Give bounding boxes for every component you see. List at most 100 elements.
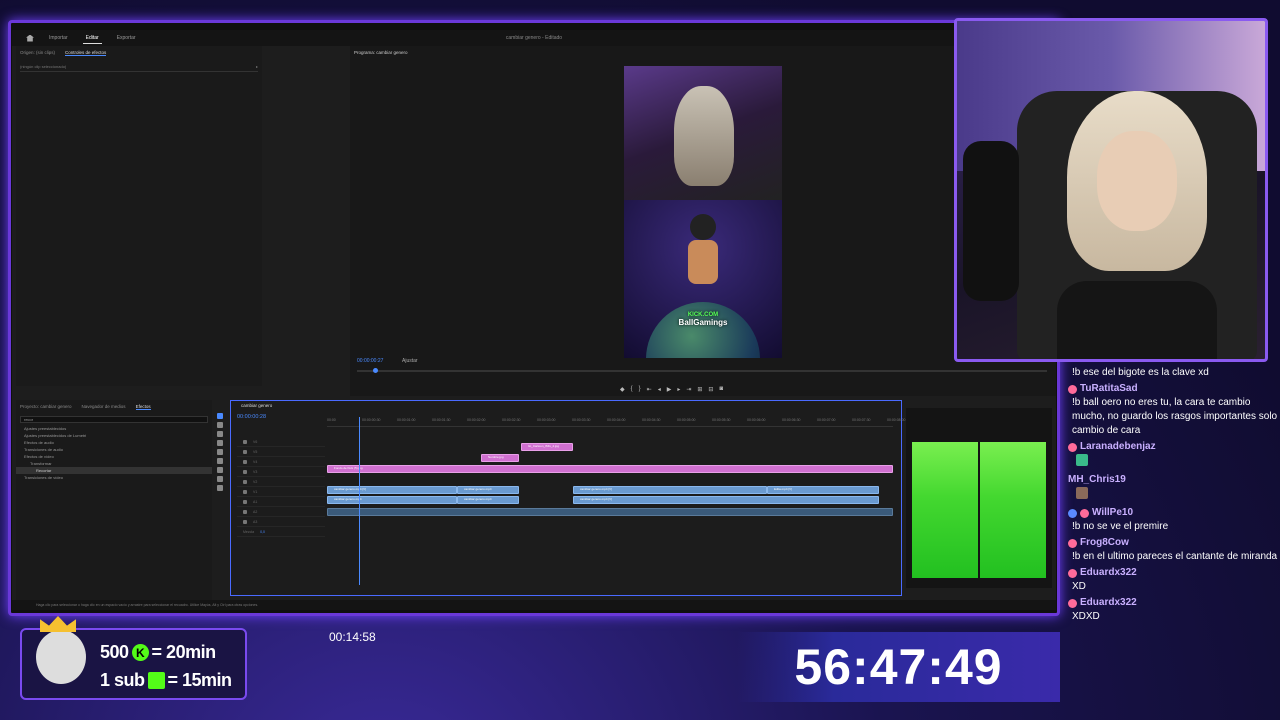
play-icon[interactable]: ▶	[667, 386, 672, 393]
tab-effects[interactable]: Efectos	[135, 404, 151, 410]
track-header-v6[interactable]: V6	[237, 437, 325, 447]
audio-meters	[906, 408, 1052, 588]
home-icon[interactable]	[26, 34, 34, 42]
ripple-edit-icon[interactable]	[217, 431, 223, 437]
clip-v1[interactable]: cambiar genero.mp4 [V]	[573, 496, 879, 504]
go-to-in-icon[interactable]: ⇤	[647, 386, 652, 393]
selection-tool-icon[interactable]	[217, 413, 223, 419]
clip-v5[interactable]: Nombre.jpg	[481, 454, 519, 462]
badge-icon	[1068, 568, 1077, 578]
chat-text: XDXD	[1072, 611, 1100, 622]
camera-icon[interactable]: ◙	[719, 386, 723, 393]
badge-icon	[1068, 598, 1077, 608]
track-header-v3[interactable]: V3	[237, 467, 325, 477]
track-header-mix[interactable]: Mezcla 0,0	[237, 527, 325, 537]
time-ruler[interactable]: 00:00 00:00:00:30 00:00:01:00 00:00:01:30 00…	[327, 417, 906, 427]
chevron-right-icon: ▸	[255, 64, 258, 69]
ruler-tick: 00:00:02:00	[467, 418, 486, 422]
elapsed-time: 00:14:58	[329, 630, 376, 644]
go-to-out-icon[interactable]: ⇥	[686, 386, 691, 393]
timeline-timecode[interactable]: 00:00:00:28	[237, 414, 266, 420]
clip-v1[interactable]: cambiar genero.mp4	[457, 496, 519, 504]
badge-icon	[1068, 384, 1077, 394]
pen-icon[interactable]	[217, 458, 223, 464]
promo-line-kicks: 500 K = 20min	[100, 642, 216, 662]
step-back-icon[interactable]: ◂	[658, 386, 661, 393]
clip-v4[interactable]: Fondo de Kick (5).jpg	[327, 465, 893, 473]
track-header-v1[interactable]: V1	[237, 487, 325, 497]
tab-project[interactable]: Proyecto: cambiar genero	[20, 404, 72, 410]
tree-item[interactable]: Efectos de audio	[16, 439, 212, 446]
clip-a1-audio[interactable]	[327, 508, 893, 516]
webcam-clip	[624, 66, 782, 200]
timeline-playhead[interactable]	[359, 417, 360, 585]
tab-source[interactable]: Origen: (sin clips)	[20, 50, 55, 56]
subathon-countdown: 56:47:49	[737, 632, 1060, 702]
track-header-a1[interactable]: A1	[237, 497, 325, 507]
slip-icon[interactable]	[217, 449, 223, 455]
promo-line-subs: 1 sub = 15min	[100, 670, 232, 690]
menu-bar: Importar Editar Exportar cambiar genero …	[12, 30, 1056, 46]
track-select-icon[interactable]	[217, 422, 223, 428]
program-timecode[interactable]: 00:00:00:27	[357, 358, 383, 364]
tree-item-selected[interactable]: Recortar	[16, 467, 212, 474]
tab-export[interactable]: Exportar	[114, 33, 139, 43]
cartoon-character	[682, 214, 724, 304]
effect-controls-panel: Origen: (sin clips) Controles de efectos…	[16, 46, 262, 386]
tree-item[interactable]: Efectos de vídeo	[16, 453, 212, 460]
tab-import[interactable]: Importar	[46, 33, 71, 43]
chat-message: Laranadebenjaz	[1068, 440, 1280, 471]
step-forward-icon[interactable]: ▸	[677, 386, 680, 393]
marker-icon[interactable]: ◆	[620, 386, 625, 393]
chat-username: Frog8Cow	[1080, 537, 1129, 548]
track-header-a2[interactable]: A2	[237, 507, 325, 517]
tab-edit[interactable]: Editar	[82, 33, 102, 44]
clip-v2[interactable]: Edita.mp4 [V]	[767, 486, 879, 494]
tree-item[interactable]: Ajustes preestablecidos de Lumetri	[16, 432, 212, 439]
tab-media-browser[interactable]: Navegador de medios	[82, 404, 126, 410]
ruler-tick: 00:00:07:00	[817, 418, 836, 422]
clip-v2[interactable]: cambiar genero.mp4 [V]	[573, 486, 767, 494]
hand-icon[interactable]	[217, 476, 223, 482]
ruler-tick: 00:00:05:30	[712, 418, 731, 422]
playhead-knob[interactable]	[373, 368, 378, 373]
chat-message: WillPe10 !b no se ve el premire	[1068, 506, 1280, 534]
tree-item[interactable]: Transformar	[16, 460, 212, 467]
program-label: Programa: cambiar genero	[354, 50, 408, 55]
track-header-v4[interactable]: V4	[237, 457, 325, 467]
program-video[interactable]: KICK.COM BallGamings	[624, 66, 782, 358]
rectangle-icon[interactable]	[217, 467, 223, 473]
clip-v2[interactable]: cambiar genero.mp4 [V]	[327, 486, 457, 494]
tree-item[interactable]: Ajustes preestablecidos	[16, 425, 212, 432]
mark-out-icon[interactable]: }	[639, 386, 641, 393]
program-monitor: Programa: cambiar genero KICK.COM BallGa…	[350, 46, 1056, 396]
ruler-tick: 00:00:05:00	[677, 418, 696, 422]
fit-dropdown[interactable]: Ajustar	[402, 358, 418, 364]
tree-item[interactable]: Transiciones de vídeo	[16, 474, 212, 481]
track-header-v5[interactable]: V5	[237, 447, 325, 457]
chat-text: !b no se ve el premire	[1072, 521, 1169, 532]
clip-v6[interactable]: Gt_Cartoon_IMG_2.jpg	[521, 443, 573, 451]
badge-icon	[1068, 538, 1077, 548]
gift-icon	[147, 672, 165, 689]
clip-v2[interactable]: cambiar genero.mp4	[457, 486, 519, 494]
text-tool-icon[interactable]	[217, 485, 223, 491]
mark-in-icon[interactable]: {	[631, 386, 633, 393]
track-header-v2[interactable]: V2	[237, 477, 325, 487]
tree-item[interactable]: Transiciones de audio	[16, 446, 212, 453]
tab-effect-controls[interactable]: Controles de efectos	[65, 50, 107, 56]
sequence-tab[interactable]: cambiar genero	[241, 403, 272, 408]
clip-selector[interactable]: (ningún clip seleccionado) ▸	[20, 64, 258, 72]
lift-icon[interactable]: ⊞	[697, 386, 702, 393]
timeline-panel: cambiar genero 00:00:00:28 00:00 00:00:00…	[230, 400, 906, 596]
clip-v1[interactable]: cambiar genero.mp4	[327, 496, 457, 504]
ruler-tick: 00:00:04:30	[642, 418, 661, 422]
track-header-a3[interactable]: A3	[237, 517, 325, 527]
program-scrubber[interactable]	[357, 368, 1047, 373]
chat-username: MH_Chris19	[1068, 474, 1126, 485]
cartoon-clip: KICK.COM BallGamings	[624, 200, 782, 358]
extract-icon[interactable]: ⊟	[708, 386, 713, 393]
effects-search-input[interactable]: recor	[20, 416, 208, 423]
globe-graphic	[646, 302, 760, 358]
razor-icon[interactable]	[217, 440, 223, 446]
